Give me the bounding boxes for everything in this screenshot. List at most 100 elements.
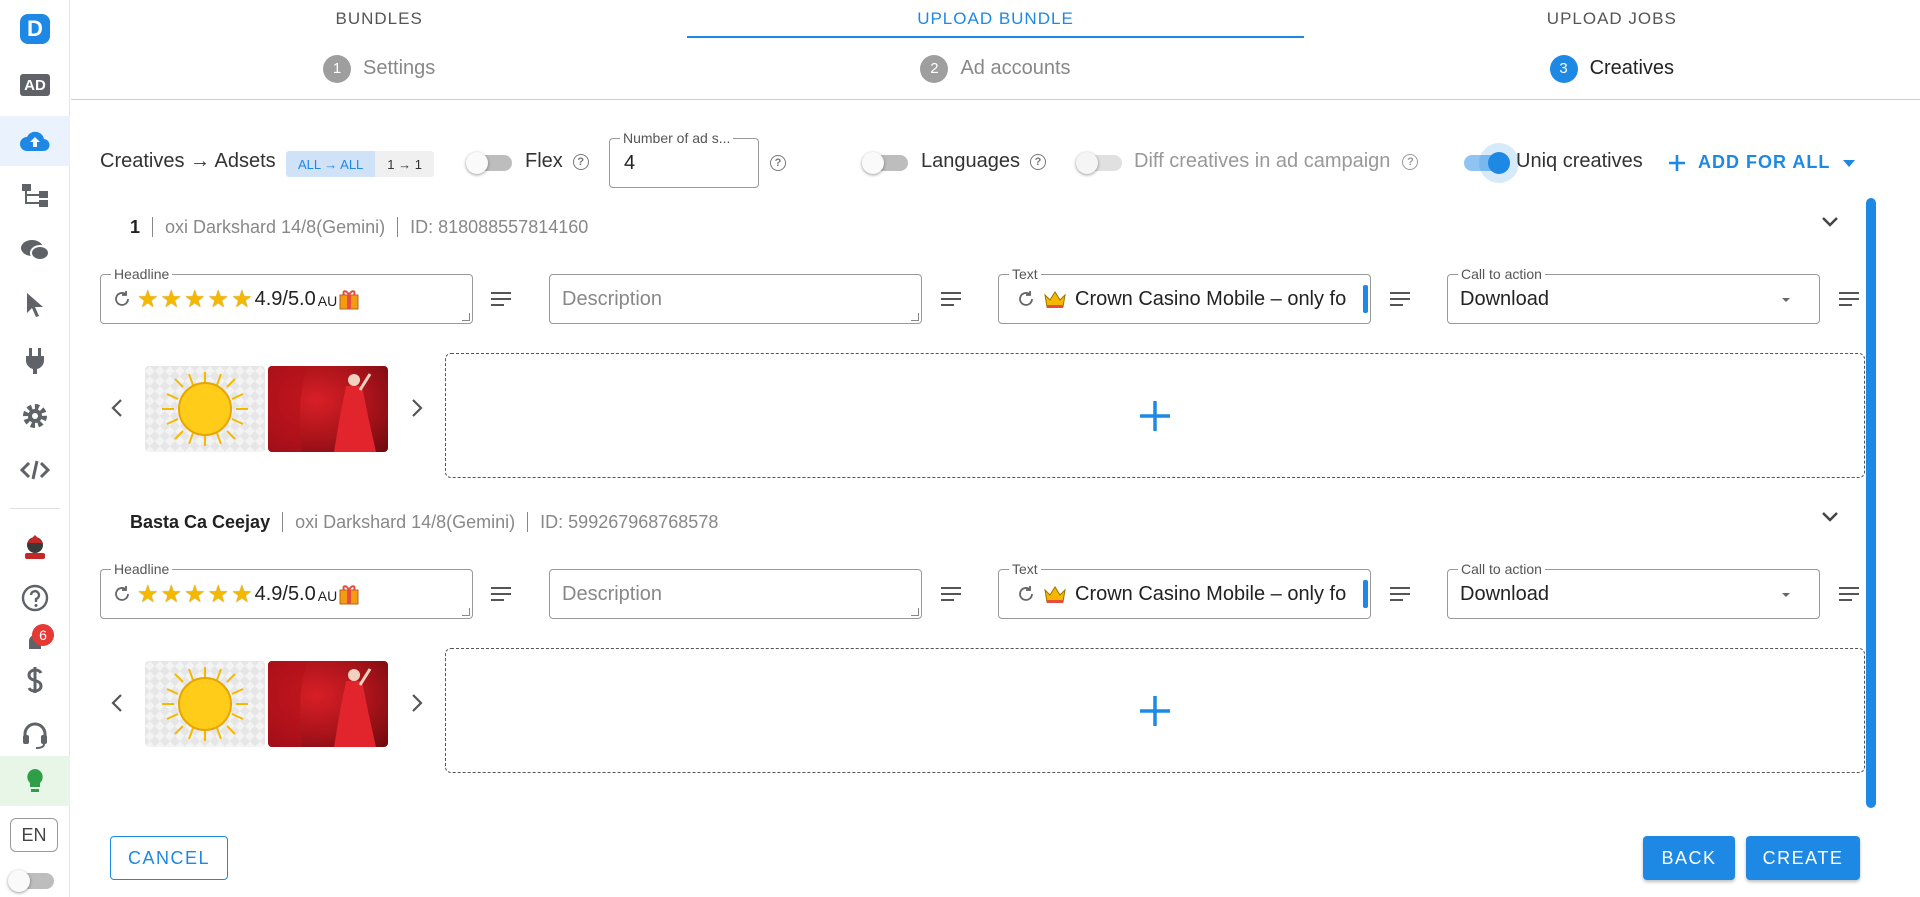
add-for-all-button[interactable]: ADD FOR ALL <box>1668 152 1856 173</box>
headline-rating: 4.9/5.0 <box>254 287 316 310</box>
num-adsets-field[interactable]: Number of ad s... 4 <box>609 130 759 188</box>
sidebar-item-help[interactable] <box>0 573 70 623</box>
text-lines-icon[interactable] <box>1389 290 1411 308</box>
resize-handle[interactable] <box>462 313 470 321</box>
text-field[interactable]: Text Crown Casino Mobile – only fo <box>998 266 1371 324</box>
num-adsets-help-icon[interactable]: ? <box>770 155 786 171</box>
media-thumbnail-performer[interactable] <box>268 661 388 747</box>
media-thumbnail-performer[interactable] <box>268 366 388 452</box>
content-scrollbar[interactable] <box>1866 198 1876 808</box>
star-icon: ★ <box>160 580 183 608</box>
sidebar-item-api[interactable] <box>0 445 70 495</box>
sidebar-item-ad[interactable]: AD <box>0 60 70 110</box>
sidebar-item-ideas[interactable] <box>0 756 70 806</box>
creative-name: Basta Ca Ceejay <box>130 511 271 532</box>
text-lines-icon[interactable] <box>1838 585 1860 603</box>
headline-field[interactable]: Headline ★ ★ ★ ★ ★ 4.9/5.0 AU <box>100 266 473 324</box>
media-dropzone[interactable] <box>445 648 1865 773</box>
mode-all-to-all[interactable]: ALL → ALL <box>286 151 376 177</box>
languages-help-icon[interactable]: ? <box>1029 153 1046 170</box>
sidebar-item-structure[interactable] <box>0 170 70 220</box>
mapping-mode-toggle: ALL → ALL 1 → 1 <box>286 151 434 177</box>
chevron-right-icon[interactable] <box>410 693 424 713</box>
resize-handle[interactable] <box>462 608 470 616</box>
sidebar-item-profile[interactable] <box>0 522 70 572</box>
tab-upload-jobs[interactable]: UPLOAD JOBS <box>1304 0 1920 38</box>
text-scroll-indicator <box>1363 285 1368 313</box>
create-button[interactable]: CREATE <box>1746 836 1860 880</box>
sidebar-item-clicks[interactable] <box>0 280 70 330</box>
chevron-left-icon[interactable] <box>110 398 124 418</box>
theme-toggle[interactable] <box>8 870 54 892</box>
headline-field[interactable]: Headline ★ ★ ★ ★ ★ 4.9/5.0 AU <box>100 561 473 619</box>
step-label: Creatives <box>1589 57 1675 79</box>
text-lines-icon[interactable] <box>940 290 962 308</box>
tab-upload-bundle[interactable]: UPLOAD BUNDLE <box>687 0 1304 38</box>
creative-header[interactable]: 1 oxi Darkshard 14/8(Gemini) ID: 8180885… <box>100 212 1870 242</box>
sidebar-item-support[interactable] <box>0 710 70 760</box>
refresh-icon[interactable] <box>113 585 131 603</box>
chevron-down-icon[interactable] <box>1820 510 1840 524</box>
text-field[interactable]: Text Crown Casino Mobile – only fo <box>998 561 1371 619</box>
media-thumbnail-sun[interactable] <box>145 366 265 452</box>
uniq-creatives-label: Uniq creatives <box>1516 150 1643 172</box>
text-lines-icon[interactable] <box>1838 290 1860 308</box>
theme-toggle-knob <box>8 870 30 892</box>
back-button[interactable]: BACK <box>1643 836 1735 880</box>
text-value: Crown Casino Mobile – only fo <box>1075 287 1347 310</box>
media-carousel <box>100 647 440 747</box>
notifications-badge: 6 <box>32 624 54 646</box>
sidebar-item-settings[interactable] <box>0 391 70 441</box>
chevron-left-icon[interactable] <box>110 693 124 713</box>
diff-creatives-help-icon[interactable]: ? <box>1402 153 1419 170</box>
language-button[interactable]: EN <box>10 818 58 852</box>
step-settings[interactable]: 1 Settings <box>71 38 687 99</box>
description-field[interactable]: Description <box>549 274 922 324</box>
gear-icon <box>23 404 47 428</box>
star-icon: ★ <box>160 285 183 313</box>
text-lines-icon[interactable] <box>490 585 512 603</box>
sidebar-item-integrations[interactable] <box>0 336 70 386</box>
uniq-creatives-switch[interactable] <box>1464 152 1510 174</box>
step-number: 1 <box>323 54 352 83</box>
step-label: Settings <box>363 57 436 79</box>
call-to-action-select[interactable]: Call to action Download <box>1447 266 1820 324</box>
chevron-down-icon[interactable] <box>1820 215 1840 229</box>
flex-help-icon[interactable]: ? <box>572 153 589 170</box>
text-scroll-indicator <box>1363 580 1368 608</box>
diff-creatives-switch[interactable] <box>1076 152 1122 174</box>
refresh-icon[interactable] <box>1017 585 1035 603</box>
step-ad-accounts[interactable]: 2 Ad accounts <box>687 38 1303 99</box>
description-field[interactable]: Description <box>549 569 922 619</box>
sidebar: D AD 6 EN <box>0 0 70 897</box>
top-tabs: BUNDLES UPLOAD BUNDLE UPLOAD JOBS <box>71 0 1920 38</box>
resize-handle[interactable] <box>911 608 919 616</box>
chevron-right-icon[interactable] <box>410 398 424 418</box>
refresh-icon[interactable] <box>113 290 131 308</box>
media-dropzone[interactable] <box>445 353 1865 478</box>
flex-switch[interactable] <box>466 152 512 174</box>
mode-one-to-one[interactable]: 1 → 1 <box>375 151 434 177</box>
resize-handle[interactable] <box>911 313 919 321</box>
media-thumbnail-sun[interactable] <box>145 661 265 747</box>
languages-switch[interactable] <box>862 152 908 174</box>
app-logo[interactable]: D <box>0 4 70 54</box>
sidebar-item-billing[interactable] <box>0 655 70 705</box>
creative-header[interactable]: Basta Ca Ceejay oxi Darkshard 14/8(Gemin… <box>100 507 1870 537</box>
cancel-button[interactable]: CANCEL <box>110 836 228 880</box>
help-circle-icon <box>21 584 49 612</box>
step-creatives[interactable]: 3 Creatives <box>1304 38 1920 99</box>
performer-image <box>268 661 376 747</box>
sidebar-item-chat[interactable] <box>0 226 70 276</box>
text-lines-icon[interactable] <box>940 585 962 603</box>
gift-icon <box>339 290 359 310</box>
sidebar-item-upload[interactable] <box>0 116 70 166</box>
text-lines-icon[interactable] <box>490 290 512 308</box>
header-separator <box>152 217 154 237</box>
tab-bundles[interactable]: BUNDLES <box>71 0 687 38</box>
refresh-icon[interactable] <box>1017 290 1035 308</box>
stepper: 1 Settings 2 Ad accounts 3 Creatives <box>71 38 1920 100</box>
call-to-action-select[interactable]: Call to action Download <box>1447 561 1820 619</box>
logo-letter: D <box>20 14 50 44</box>
text-lines-icon[interactable] <box>1389 585 1411 603</box>
